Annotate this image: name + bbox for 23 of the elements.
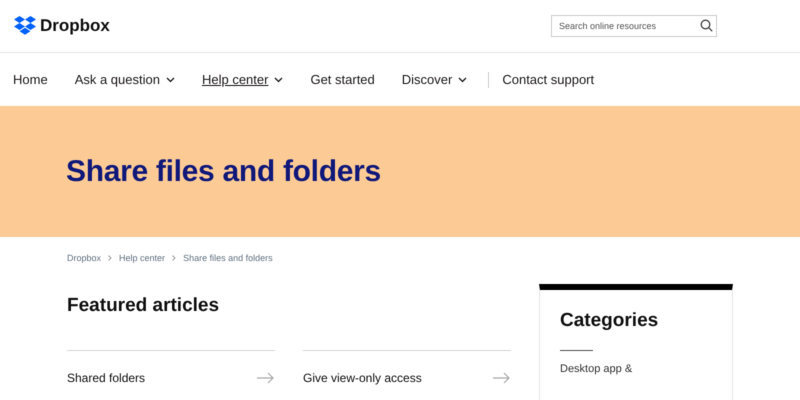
search-icon[interactable]	[700, 19, 713, 32]
article-link[interactable]: Shared folders	[67, 350, 275, 385]
breadcrumb-link[interactable]: Help center	[119, 253, 166, 263]
arrow-right-icon	[493, 372, 511, 384]
nav-link[interactable]: Home	[13, 72, 48, 87]
nav-link[interactable]: Help center	[202, 72, 284, 87]
article-link[interactable]: Give view-only access	[303, 350, 511, 385]
breadcrumb-link[interactable]: Dropbox	[67, 253, 102, 263]
category-link[interactable]: Desktop app &	[560, 363, 712, 375]
breadcrumb-link[interactable]: Share files and folders	[183, 253, 273, 263]
chevron-right-icon	[108, 255, 112, 261]
nav-link[interactable]: Get started	[310, 72, 375, 87]
page-title: Share files and folders	[66, 154, 381, 188]
nav-link[interactable]: Ask a question	[74, 72, 175, 87]
dropbox-logo-icon	[14, 16, 36, 36]
nav-link[interactable]: Discover	[402, 72, 468, 87]
section-heading: Featured articles	[67, 295, 220, 317]
chevron-right-icon	[172, 255, 176, 261]
search-field[interactable]: Search online resources	[551, 15, 717, 37]
arrow-right-icon	[257, 372, 275, 384]
card-heading: Categories	[560, 310, 660, 332]
dropbox-logo-text[interactable]: Dropbox	[40, 16, 110, 36]
nav-link[interactable]: Contact support	[502, 72, 594, 87]
